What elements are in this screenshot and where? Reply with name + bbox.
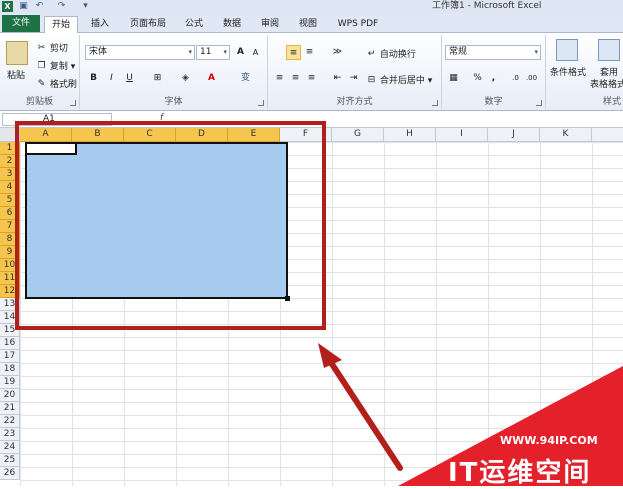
watermark-brand: IT运维空间 xyxy=(448,458,592,488)
watermark-banner xyxy=(398,366,623,486)
watermark-url: WWW.94IP.COM xyxy=(500,434,598,447)
